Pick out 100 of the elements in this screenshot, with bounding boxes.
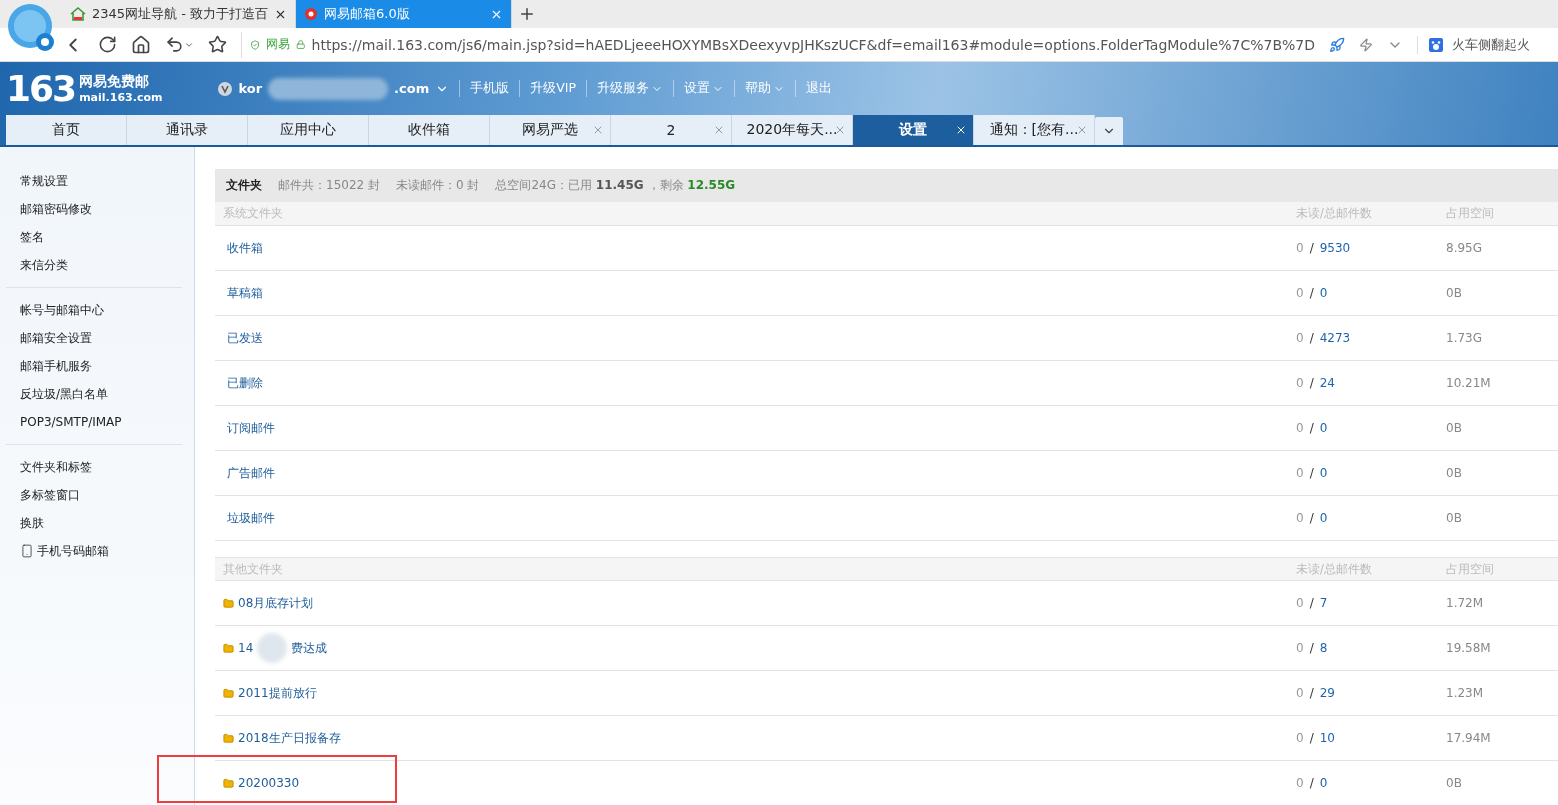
mail-tab[interactable]: 网易严选 xyxy=(490,115,611,145)
folder-name[interactable]: 已发送 xyxy=(227,329,263,347)
sidebar-item[interactable]: 邮箱手机服务 xyxy=(6,352,182,380)
folder-icon xyxy=(223,687,234,699)
mail-tab[interactable]: 设置 xyxy=(853,115,974,145)
folder-name[interactable]: 草稿箱 xyxy=(227,284,263,302)
total-count[interactable]: 0 xyxy=(1319,776,1328,790)
folder-icon xyxy=(223,777,234,789)
logo-number: 163 xyxy=(6,68,76,109)
home-button[interactable] xyxy=(131,34,151,55)
rocket-icon xyxy=(1329,36,1345,53)
unread-count: 0 xyxy=(1296,641,1304,655)
count-separator: / xyxy=(1309,286,1314,300)
folder-name[interactable]: 已删除 xyxy=(227,374,263,392)
unread-count: 0 xyxy=(1296,376,1304,390)
mail-total: 邮件共：15022 封 xyxy=(278,177,380,194)
phone-icon xyxy=(20,544,34,558)
redaction-blur xyxy=(257,633,288,663)
mail-tab[interactable]: 通讯录 xyxy=(127,115,248,145)
mail-brand-icon xyxy=(304,7,319,21)
total-count[interactable]: 8 xyxy=(1319,641,1328,655)
url-text: https://mail.163.com/js6/main.jsp?sid=hAEDLjeeeHOXYMBsXDeexyvpJHKszUCF&df=email163#module=options.FolderTagModule%7C%7B%7D xyxy=(311,36,1315,53)
total-count[interactable]: 10 xyxy=(1319,731,1335,745)
folder-name[interactable]: 14 xyxy=(238,641,254,655)
folder-name[interactable]: 广告邮件 xyxy=(227,464,275,482)
sidebar-item[interactable]: POP3/SMTP/IMAP xyxy=(6,408,182,436)
undo-icon xyxy=(165,35,184,54)
sidebar-item[interactable]: 帐号与邮箱中心 xyxy=(6,296,182,324)
folder-size: 0B xyxy=(1446,421,1462,435)
mail-tab[interactable]: 2020年每天... xyxy=(732,115,853,145)
unread-count: 0 xyxy=(1296,596,1304,610)
logo-domain: mail.163.com xyxy=(79,91,163,104)
count-separator: / xyxy=(1309,331,1314,345)
folder-name[interactable]: 2018生产日报备存 xyxy=(238,729,341,747)
total-count[interactable]: 24 xyxy=(1319,376,1335,390)
sidebar-item[interactable]: 手机号码邮箱 xyxy=(6,537,182,565)
sidebar-item[interactable]: 来信分类 xyxy=(6,251,182,279)
folder-name[interactable]: 垃圾邮件 xyxy=(227,509,275,527)
total-count[interactable]: 4273 xyxy=(1319,331,1351,345)
rocket-button[interactable] xyxy=(1329,36,1345,53)
sidebar-item[interactable]: 常规设置 xyxy=(6,167,182,195)
count-separator: / xyxy=(1309,376,1314,390)
total-count[interactable]: 0 xyxy=(1319,466,1328,480)
house-icon xyxy=(70,6,86,22)
folder-name[interactable]: 08月底存计划 xyxy=(238,594,314,612)
folder-name[interactable]: 收件箱 xyxy=(227,239,263,257)
bookmark-button[interactable] xyxy=(208,35,227,54)
mail-tab[interactable]: 通知：[您有... xyxy=(974,115,1095,145)
storage-usage: 总空间24G：已用 11.45G ，剩余 12.55G xyxy=(495,177,736,194)
folder-name[interactable]: 订阅邮件 xyxy=(227,419,275,437)
folder-size: 1.23M xyxy=(1446,686,1484,700)
unread-count: 0 xyxy=(1296,731,1304,745)
folder-name[interactable]: 2011提前放行 xyxy=(238,684,317,702)
unread-count: 0 xyxy=(1296,241,1304,255)
unread-total: 未读邮件：0 封 xyxy=(396,177,480,194)
sidebar-item[interactable]: 邮箱安全设置 xyxy=(6,324,182,352)
browser-tab[interactable]: 网易邮箱6.0版 xyxy=(296,0,513,28)
total-count[interactable]: 0 xyxy=(1319,421,1328,435)
vip-badge-icon xyxy=(218,81,233,96)
lock-icon xyxy=(296,38,306,51)
home-icon xyxy=(131,34,151,55)
address-field[interactable]: 网易 https://mail.163.com/js6/main.jsp?sid=hAEDLjeeeHOXYMBsXDeexyvpJHKszUCF&df=email163#module=options.FolderTagModule%7C%7B%7D xyxy=(241,31,1315,58)
sidebar-item[interactable]: 邮箱密码修改 xyxy=(6,195,182,223)
close-icon[interactable] xyxy=(955,124,967,136)
folder-name[interactable]: 20200330 xyxy=(238,776,300,790)
search-suggestion-text: 火车侧翻起火 xyxy=(1452,35,1530,54)
mail-tab[interactable]: 2 xyxy=(611,115,732,145)
count-separator: / xyxy=(1309,241,1314,255)
folder-icon xyxy=(223,642,234,654)
undo-button[interactable] xyxy=(165,35,194,54)
total-count[interactable]: 9530 xyxy=(1319,241,1351,255)
folder-icon xyxy=(223,732,234,744)
mail-tab[interactable]: 收件箱 xyxy=(369,115,490,145)
total-count[interactable]: 29 xyxy=(1319,686,1335,700)
count-separator: / xyxy=(1309,641,1314,655)
total-count[interactable]: 0 xyxy=(1319,286,1328,300)
sidebar-item[interactable]: 换肤 xyxy=(6,509,182,537)
user-name-start[interactable]: kor xyxy=(238,81,263,96)
unread-count: 0 xyxy=(1296,776,1304,790)
summary-title: 文件夹 xyxy=(226,177,262,194)
total-count[interactable]: 0 xyxy=(1319,511,1328,525)
folder-size: 17.94M xyxy=(1446,731,1491,745)
lightning-button[interactable] xyxy=(1359,37,1373,52)
sidebar-item[interactable]: 多标签窗口 xyxy=(6,481,182,509)
unread-count: 0 xyxy=(1296,686,1304,700)
sidebar-item[interactable]: 反垃圾/黑白名单 xyxy=(6,380,182,408)
folder-size: 8.95G xyxy=(1446,241,1483,255)
sidebar-item[interactable]: 文件夹和标签 xyxy=(6,453,182,481)
folder-size: 0B xyxy=(1446,286,1462,300)
shield-icon xyxy=(250,37,261,52)
search-suggestion[interactable]: 火车侧翻起火 xyxy=(1417,35,1558,54)
folder-size: 10.21M xyxy=(1446,376,1491,390)
reload-button[interactable] xyxy=(98,35,117,54)
total-count[interactable]: 7 xyxy=(1319,596,1328,610)
unread-count: 0 xyxy=(1296,511,1304,525)
folder-name[interactable]: 费达成 xyxy=(291,639,328,657)
sidebar-item[interactable]: 签名 xyxy=(6,223,182,251)
mail-tab[interactable]: 首页 xyxy=(6,115,127,145)
count-separator: / xyxy=(1309,596,1314,610)
mail-tab[interactable]: 应用中心 xyxy=(248,115,369,145)
